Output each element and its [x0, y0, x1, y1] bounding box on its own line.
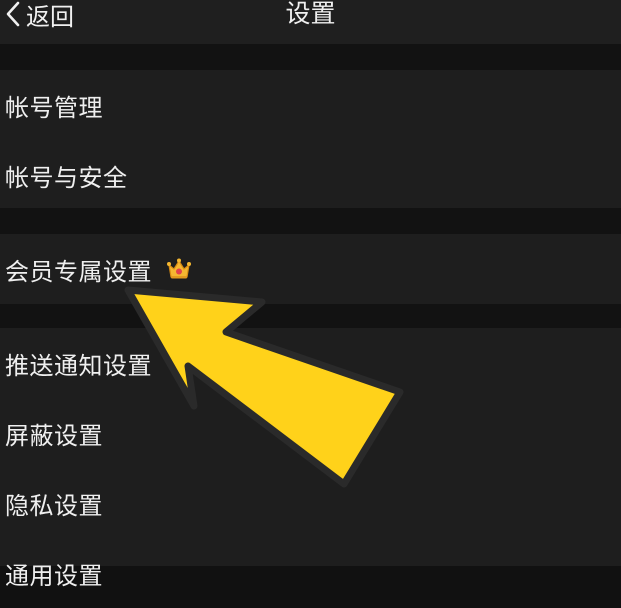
- setting-item-label: 推送通知设置: [5, 351, 152, 380]
- setting-item-label: 会员专属设置: [5, 257, 152, 286]
- setting-item-vip-settings[interactable]: 会员专属设置: [0, 234, 621, 304]
- setting-item-push-notifications[interactable]: 推送通知设置: [0, 328, 621, 398]
- nav-bar: 返回 设置: [0, 0, 621, 44]
- setting-item-label: 帐号管理: [5, 93, 103, 122]
- general-section: 推送通知设置 屏蔽设置 隐私设置 通用设置: [0, 328, 621, 590]
- crown-icon: [166, 257, 192, 281]
- setting-item-account-management[interactable]: 帐号管理: [0, 70, 621, 140]
- setting-item-label: 通用设置: [5, 561, 103, 590]
- section-divider: [0, 44, 621, 70]
- section-divider: [0, 208, 621, 234]
- setting-item-privacy-settings[interactable]: 隐私设置: [0, 468, 621, 538]
- setting-item-account-security[interactable]: 帐号与安全: [0, 140, 621, 210]
- setting-item-general-settings[interactable]: 通用设置: [0, 538, 621, 608]
- setting-item-label: 屏蔽设置: [5, 421, 103, 450]
- account-section: 帐号管理 帐号与安全: [0, 70, 621, 208]
- vip-section: 会员专属设置: [0, 234, 621, 304]
- section-divider: [0, 304, 621, 328]
- page-title: 设置: [285, 0, 336, 28]
- setting-item-block-settings[interactable]: 屏蔽设置: [0, 398, 621, 468]
- setting-item-label: 帐号与安全: [5, 163, 128, 192]
- setting-item-label: 隐私设置: [5, 491, 103, 520]
